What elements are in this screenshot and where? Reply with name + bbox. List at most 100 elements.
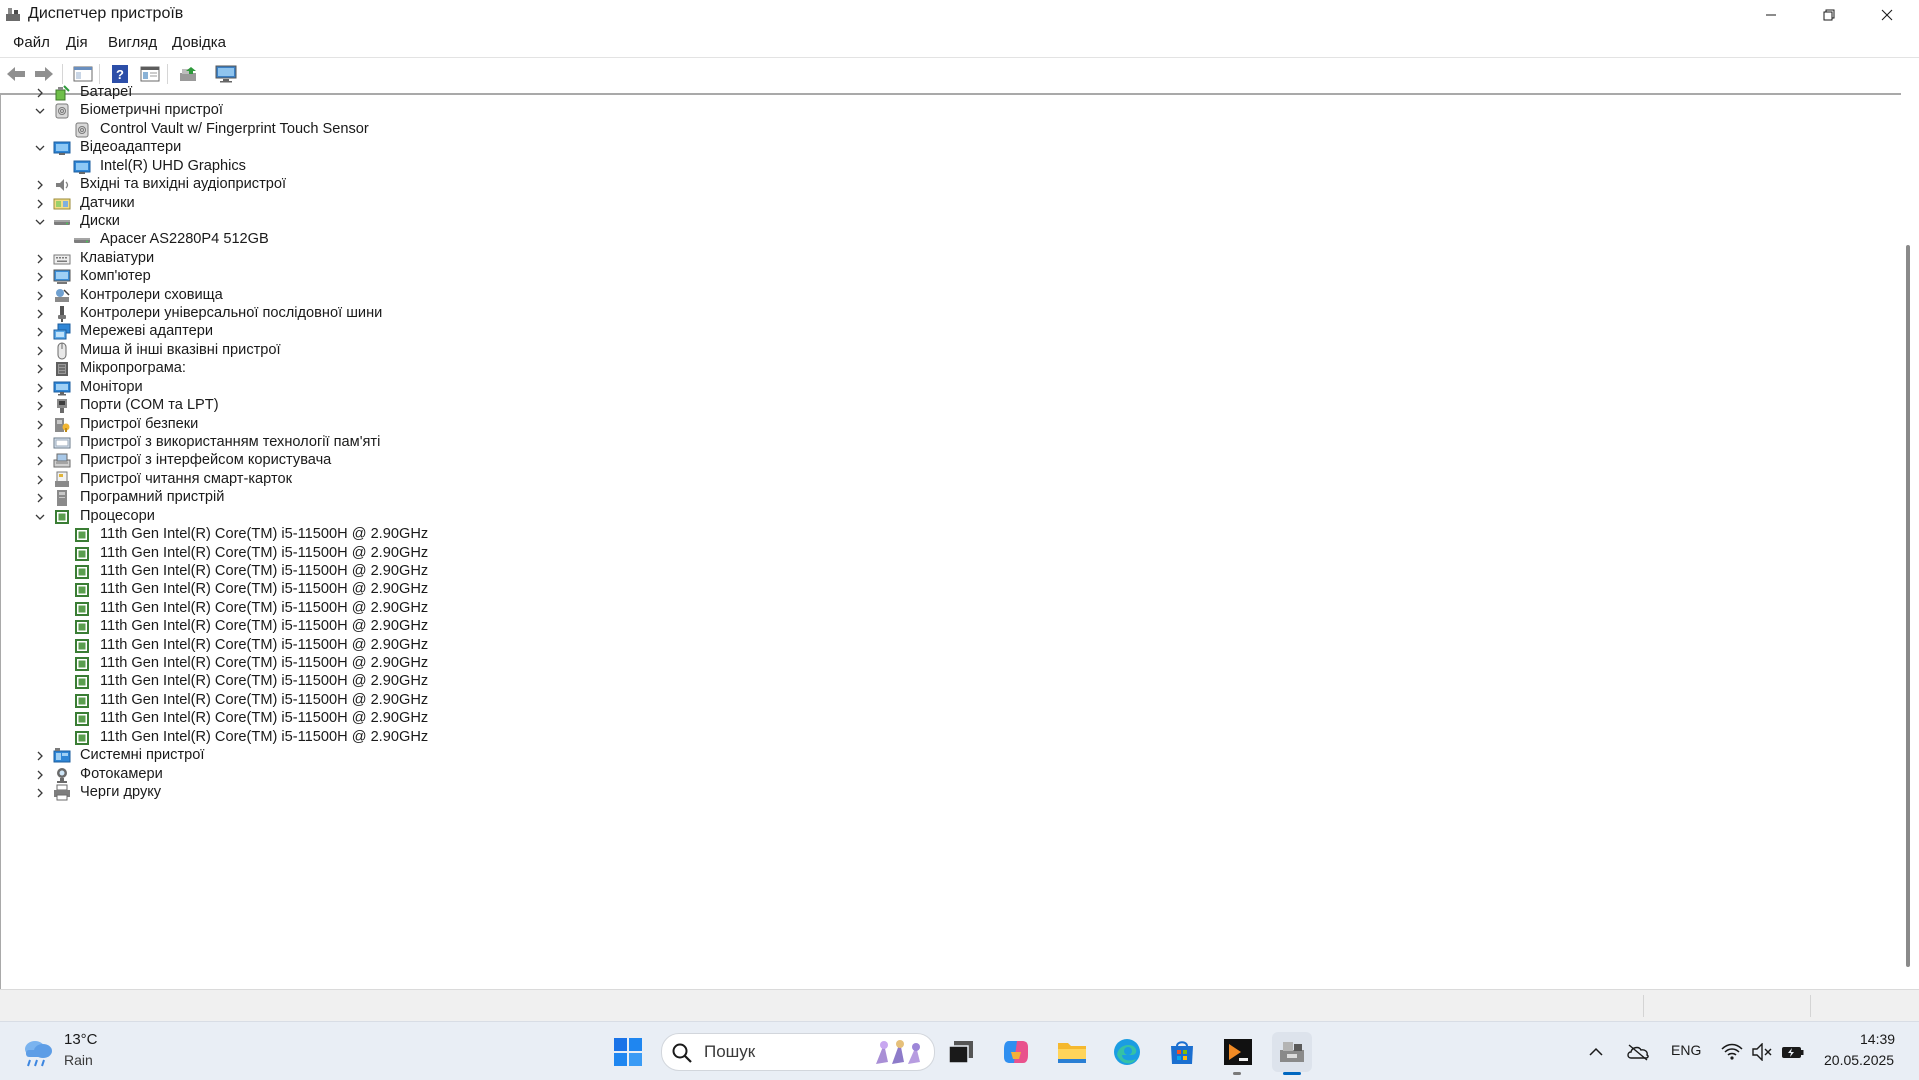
menu-help[interactable]: Довідка xyxy=(170,34,228,51)
chevron-right-icon[interactable] xyxy=(32,269,48,285)
processor-icon xyxy=(73,563,91,581)
tree-item-label: 11th Gen Intel(R) Core(TM) i5-11500H @ 2… xyxy=(100,728,429,745)
tree-item-label: 11th Gen Intel(R) Core(TM) i5-11500H @ 2… xyxy=(100,581,429,598)
disk-drive-icon xyxy=(73,231,91,249)
tree-item-label: Порти (COM та LPT) xyxy=(80,397,219,414)
update-driver-icon xyxy=(180,67,196,81)
chevron-right-icon[interactable] xyxy=(32,85,48,101)
chevron-right-icon[interactable] xyxy=(32,380,48,396)
store-button[interactable] xyxy=(1162,1032,1202,1072)
tree-item-label: Датчики xyxy=(80,194,135,211)
volume-button[interactable] xyxy=(1748,1032,1778,1072)
tree-item-label: 11th Gen Intel(R) Core(TM) i5-11500H @ 2… xyxy=(100,710,429,727)
file-explorer-button[interactable] xyxy=(1052,1032,1092,1072)
security-device-icon xyxy=(53,416,71,434)
tree-item-label: Control Vault w/ Fingerprint Touch Senso… xyxy=(100,120,369,137)
chevron-right-icon[interactable] xyxy=(32,324,48,340)
task-view-button[interactable] xyxy=(941,1032,981,1072)
toolbar-separator xyxy=(62,64,63,84)
chevron-right-icon[interactable] xyxy=(32,196,48,212)
tree-item-label: Контролери сховища xyxy=(80,286,223,303)
chevron-down-icon[interactable] xyxy=(32,140,48,156)
print-queue-icon xyxy=(53,784,71,802)
close-button[interactable] xyxy=(1858,0,1916,29)
chevron-right-icon[interactable] xyxy=(32,748,48,764)
toolbar-separator xyxy=(167,64,168,84)
smart-card-reader-icon xyxy=(53,471,71,489)
chevron-right-icon[interactable] xyxy=(32,361,48,377)
speaker-icon xyxy=(53,176,71,194)
chevron-down-icon[interactable] xyxy=(32,509,48,525)
onedrive-button[interactable] xyxy=(1620,1032,1656,1072)
show-hidden-icons-button[interactable] xyxy=(1580,1032,1612,1072)
tree-item-label: 11th Gen Intel(R) Core(TM) i5-11500H @ 2… xyxy=(100,599,429,616)
terminal-icon xyxy=(1224,1039,1252,1065)
tree-item-label: Черги друку xyxy=(80,783,162,800)
chevron-right-icon[interactable] xyxy=(32,343,48,359)
tree-item-label: Пристрої з використанням технології пам'… xyxy=(80,433,381,450)
chevron-right-icon[interactable] xyxy=(32,767,48,783)
chevron-right-icon[interactable] xyxy=(32,785,48,801)
file-explorer-icon xyxy=(1058,1043,1086,1063)
input-language-indicator[interactable]: ENG xyxy=(1671,1042,1701,1058)
camera-icon xyxy=(53,766,71,784)
chevron-down-icon[interactable] xyxy=(32,103,48,119)
device-tree-view[interactable]: Батареї Біометричні пристрої Control Vault… xyxy=(0,84,1901,991)
chevron-right-icon[interactable] xyxy=(32,288,48,304)
toolbar-separator xyxy=(99,64,100,84)
chevron-right-icon[interactable] xyxy=(32,251,48,267)
edge-button[interactable] xyxy=(1107,1032,1147,1072)
chevron-right-icon[interactable] xyxy=(32,417,48,433)
copilot-icon xyxy=(1004,1041,1028,1063)
taskbar-search-box[interactable]: Пошук xyxy=(661,1033,935,1071)
clock-date: 20.05.2025 xyxy=(1824,1052,1895,1068)
tree-item-label: Програмний пристрій xyxy=(80,489,225,506)
tree-category-row[interactable]: Черги друку xyxy=(1,782,1001,804)
back-icon xyxy=(7,67,25,81)
processor-icon xyxy=(73,637,91,655)
minimize-button[interactable] xyxy=(1742,0,1800,29)
menu-bar: Файл Дія Вигляд Довідка xyxy=(0,30,1919,58)
restore-button[interactable] xyxy=(1800,0,1858,29)
copilot-button[interactable] xyxy=(996,1032,1036,1072)
chevron-right-icon[interactable] xyxy=(32,490,48,506)
tree-item-label: 11th Gen Intel(R) Core(TM) i5-11500H @ 2… xyxy=(100,691,429,708)
tree-item-label: Миша й інші вказівні пристрої xyxy=(80,341,281,358)
chevron-right-icon[interactable] xyxy=(32,398,48,414)
restore-icon xyxy=(1823,9,1835,20)
start-button[interactable] xyxy=(608,1032,648,1072)
fingerprint-device-icon xyxy=(73,121,91,139)
menu-action[interactable]: Дія xyxy=(64,34,90,51)
store-icon xyxy=(1171,1041,1193,1064)
tree-item-label: Клавіатури xyxy=(80,249,155,266)
chevron-right-icon[interactable] xyxy=(32,306,48,322)
chevron-down-icon[interactable] xyxy=(32,214,48,230)
monitor-icon xyxy=(53,379,71,397)
device-manager-taskbar-button[interactable] xyxy=(1272,1032,1312,1072)
battery-button[interactable] xyxy=(1778,1032,1808,1072)
chevron-right-icon[interactable] xyxy=(32,453,48,469)
tree-item-label: Вхідні та вихідні аудіопристрої xyxy=(80,176,287,193)
vertical-scrollbar[interactable] xyxy=(1900,95,1919,989)
svg-text:?: ? xyxy=(116,67,124,82)
network-adapter-icon xyxy=(53,323,71,341)
chevron-right-icon[interactable] xyxy=(32,177,48,193)
chevron-right-icon[interactable] xyxy=(32,435,48,451)
tree-item-label: Відеоадаптери xyxy=(80,139,182,156)
device-manager-app-icon xyxy=(6,8,20,21)
network-button[interactable] xyxy=(1715,1032,1749,1072)
title-bar: Диспетчер пристроїв xyxy=(0,0,1919,29)
processor-icon xyxy=(73,545,91,563)
usb-icon xyxy=(53,305,71,323)
port-icon xyxy=(53,397,71,415)
start-icon xyxy=(614,1038,642,1066)
terminal-button[interactable] xyxy=(1218,1032,1258,1072)
tree-item-label: Комп'ютер xyxy=(80,268,151,285)
scrollbar-thumb[interactable] xyxy=(1906,245,1910,967)
disk-drive-icon xyxy=(53,213,71,231)
menu-view[interactable]: Вигляд xyxy=(106,34,159,51)
chevron-right-icon[interactable] xyxy=(32,472,48,488)
menu-file[interactable]: Файл xyxy=(11,34,52,51)
volume-muted-icon xyxy=(1752,1043,1772,1061)
tree-item-label: 11th Gen Intel(R) Core(TM) i5-11500H @ 2… xyxy=(100,636,429,653)
